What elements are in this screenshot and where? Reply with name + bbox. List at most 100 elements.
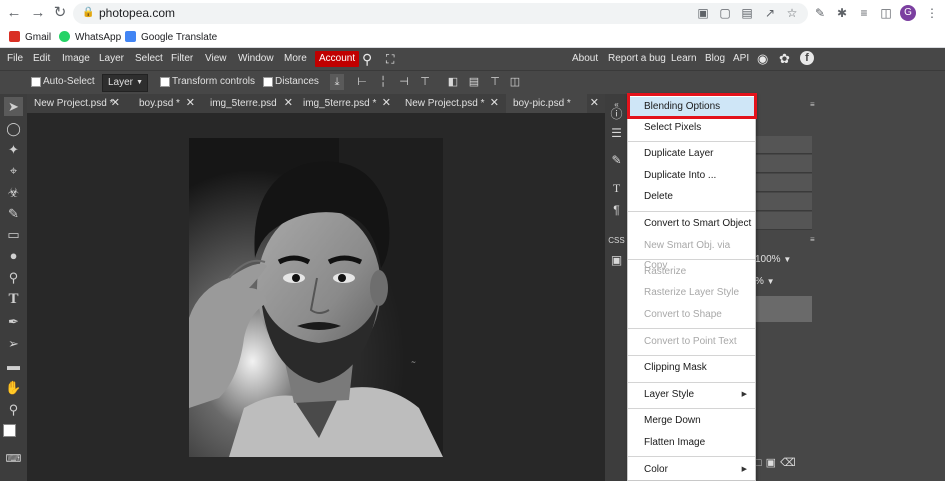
move-tool-icon[interactable]: ➤ bbox=[4, 97, 23, 116]
dodge-tool-icon[interactable]: ⚲ bbox=[4, 268, 23, 287]
align-center-h-icon[interactable]: ╎ bbox=[376, 74, 390, 90]
zoom-tool-icon[interactable]: ⚲ bbox=[4, 400, 23, 419]
canvas-image[interactable]: ~ bbox=[189, 138, 443, 457]
new-layer-icon[interactable]: ▣ bbox=[766, 457, 780, 469]
browser-menu-icon[interactable]: ⋮ bbox=[925, 5, 939, 21]
menu-window[interactable]: Window bbox=[238, 52, 274, 66]
menu-api[interactable]: API bbox=[733, 52, 749, 66]
extensions-icon[interactable]: ✱ bbox=[835, 5, 849, 21]
ctx-select-pixels[interactable]: Select Pixels bbox=[628, 118, 755, 138]
ctx-new-smart-obj-via-copy[interactable]: New Smart Obj. via Copy bbox=[628, 236, 755, 271]
trash-icon[interactable]: ⌫ bbox=[780, 457, 800, 469]
distribute-h-icon[interactable]: ◧ bbox=[446, 74, 460, 90]
reload-icon[interactable]: ↻ bbox=[51, 4, 69, 22]
menu-learn[interactable]: Learn bbox=[671, 52, 697, 66]
close-tab-icon[interactable]: ✕ bbox=[382, 94, 391, 113]
facebook-icon[interactable]: f bbox=[800, 51, 814, 65]
rectangle-tool-icon[interactable]: ▬ bbox=[4, 356, 23, 375]
menu-select[interactable]: Select bbox=[135, 52, 163, 66]
menu-file[interactable]: File bbox=[7, 52, 23, 66]
foreground-color-swatch[interactable] bbox=[3, 424, 16, 437]
doc-tab[interactable]: img_5terre.psd * ✕ bbox=[296, 94, 391, 113]
crop-tool-icon[interactable]: ⌖ bbox=[4, 161, 23, 180]
download-icon[interactable]: ⤓ bbox=[330, 74, 344, 90]
close-tab-icon[interactable]: ✕ bbox=[111, 94, 120, 113]
transform-controls-checkbox[interactable] bbox=[160, 77, 170, 87]
folder-icon[interactable]: □ bbox=[755, 457, 766, 469]
menu-more[interactable]: More bbox=[284, 52, 307, 66]
distribute-center-icon[interactable]: ▤ bbox=[467, 74, 481, 90]
auto-select-checkbox[interactable] bbox=[31, 77, 41, 87]
panel-row[interactable] bbox=[755, 193, 812, 211]
auto-select-target-dropdown[interactable]: Layer ▼ bbox=[102, 74, 148, 92]
close-tab-icon[interactable]: ✕ bbox=[186, 94, 195, 113]
ctx-rasterize-layer-style[interactable]: Rasterize Layer Style bbox=[628, 283, 755, 303]
path-select-tool-icon[interactable]: ➢ bbox=[4, 334, 23, 353]
distribute-v-icon[interactable]: ⊤ bbox=[488, 74, 502, 90]
profile-avatar[interactable]: G bbox=[900, 5, 916, 21]
layer-row-selected[interactable] bbox=[755, 296, 812, 322]
close-tab-icon[interactable]: ✕ bbox=[284, 94, 293, 113]
ctx-color[interactable]: Color ▶ bbox=[628, 460, 755, 480]
twitter-icon[interactable]: ✿ bbox=[779, 51, 790, 67]
forward-icon[interactable]: → bbox=[29, 4, 47, 22]
menu-layer[interactable]: Layer bbox=[99, 52, 124, 66]
ctx-layer-style[interactable]: Layer Style ▶ bbox=[628, 385, 755, 405]
ctx-flatten-image[interactable]: Flatten Image bbox=[628, 433, 755, 453]
document-icon[interactable]: ▤ bbox=[740, 5, 754, 21]
install-app-icon[interactable]: ▣ bbox=[696, 5, 710, 21]
info-icon[interactable]: ⓘ bbox=[608, 106, 625, 123]
bookmark-whatsapp[interactable]: WhatsApp bbox=[59, 30, 121, 45]
blur-tool-icon[interactable]: ● bbox=[4, 246, 23, 265]
panel-row[interactable] bbox=[755, 155, 812, 173]
magic-wand-tool-icon[interactable]: ✦ bbox=[4, 140, 23, 159]
ctx-convert-to-point-text[interactable]: Convert to Point Text bbox=[628, 332, 755, 352]
menu-view[interactable]: View bbox=[205, 52, 227, 66]
opacity-field[interactable]: 100% ▼ bbox=[755, 254, 791, 265]
side-panel-icon[interactable]: ◫ bbox=[879, 5, 893, 21]
menu-about[interactable]: About bbox=[572, 52, 598, 66]
panel-row[interactable] bbox=[755, 136, 812, 154]
bookmark-gmail[interactable]: Gmail bbox=[9, 30, 51, 45]
menu-report-bug[interactable]: Report a bug bbox=[608, 52, 666, 66]
align-top-icon[interactable]: ⊤ bbox=[418, 74, 432, 90]
menu-blog[interactable]: Blog bbox=[705, 52, 725, 66]
align-left-icon[interactable]: ⊢ bbox=[355, 74, 369, 90]
brush-tool-icon[interactable]: ✎ bbox=[4, 204, 23, 223]
menu-edit[interactable]: Edit bbox=[33, 52, 50, 66]
bookmark-google-translate[interactable]: Google Translate bbox=[125, 30, 217, 45]
pen-icon[interactable]: ✎ bbox=[813, 5, 827, 21]
panel-row[interactable] bbox=[755, 174, 812, 192]
image-icon[interactable]: ▣ bbox=[608, 252, 625, 269]
doc-tab[interactable]: img_5terre.psd ✕ bbox=[203, 94, 293, 113]
doc-tab[interactable]: New Project.psd * ✕ bbox=[398, 94, 499, 113]
menu-filter[interactable]: Filter bbox=[171, 52, 193, 66]
ctx-rasterize[interactable]: Rasterize bbox=[628, 262, 755, 282]
ctx-merge-down[interactable]: Merge Down bbox=[628, 411, 755, 431]
ctx-duplicate-layer[interactable]: Duplicate Layer bbox=[628, 144, 755, 164]
fullscreen-icon[interactable]: ⛶ bbox=[386, 52, 394, 67]
search-icon[interactable]: ⚲ bbox=[362, 51, 372, 68]
pen-tool-icon[interactable]: ✒ bbox=[4, 312, 23, 331]
reddit-icon[interactable]: ◉ bbox=[757, 51, 768, 67]
ctx-convert-to-shape[interactable]: Convert to Shape bbox=[628, 305, 755, 325]
ctx-clipping-mask[interactable]: Clipping Mask bbox=[628, 358, 755, 378]
keyboard-icon[interactable]: ⌨ bbox=[4, 450, 23, 469]
lasso-tool-icon[interactable]: ◯ bbox=[4, 119, 23, 138]
doc-tab[interactable]: New Project.psd * ✕ bbox=[27, 94, 128, 113]
ctx-delete[interactable]: Delete bbox=[628, 187, 755, 207]
menu-image[interactable]: Image bbox=[62, 52, 90, 66]
panel-menu-icon[interactable]: ≡ bbox=[810, 100, 815, 109]
close-tab-icon[interactable]: ✕ bbox=[490, 94, 499, 113]
pip-icon[interactable]: ▢ bbox=[718, 5, 732, 21]
doc-tab-active[interactable]: boy-pic.psd * ✕ bbox=[506, 94, 599, 113]
brush-settings-icon[interactable]: ✎ bbox=[608, 152, 625, 169]
bookmark-star-icon[interactable]: ☆ bbox=[785, 5, 799, 21]
share-icon[interactable]: ↗ bbox=[763, 5, 777, 21]
layers-menu-icon[interactable]: ≡ bbox=[810, 235, 815, 244]
media-icon[interactable]: ≡ bbox=[857, 5, 871, 21]
ctx-duplicate-into[interactable]: Duplicate Into ... bbox=[628, 166, 755, 186]
back-icon[interactable]: ← bbox=[5, 4, 23, 22]
distribute-spacing-icon[interactable]: ◫ bbox=[508, 74, 522, 90]
paragraph-icon[interactable]: ¶ bbox=[608, 202, 625, 219]
